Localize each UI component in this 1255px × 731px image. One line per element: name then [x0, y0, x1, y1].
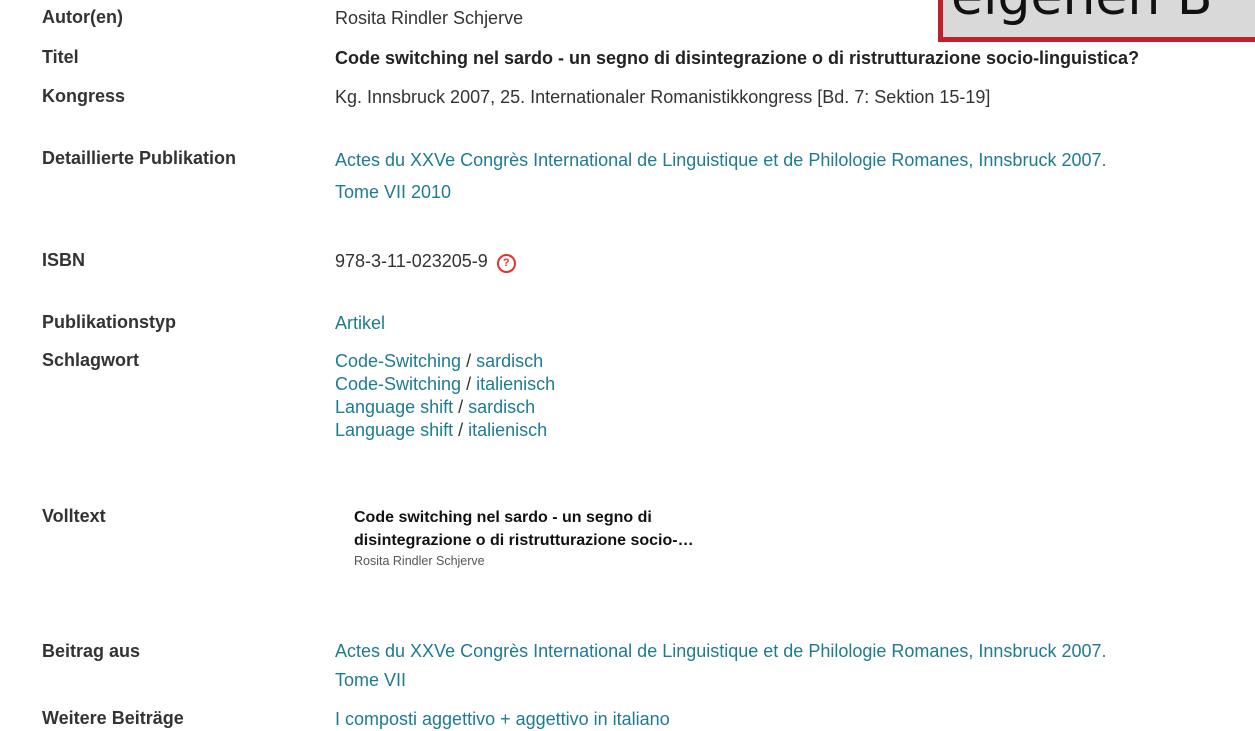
value-titel: Code switching nel sardo - un segno di d…	[335, 48, 1140, 68]
value-isbn: 978-3-11-023205-9 ?	[335, 250, 516, 273]
schlagwort-separator: /	[461, 374, 477, 394]
schlagwort-qualifier-link[interactable]: italienisch	[476, 374, 555, 394]
schlagwort-item: Language shift / sardisch	[335, 396, 555, 419]
value-kongress: Kg. Innsbruck 2007, 25. Internationaler …	[335, 87, 991, 107]
overlay-banner: eigenen B	[938, 0, 1255, 42]
beitrag-aus-link[interactable]: Actes du XXVe Congrès International de L…	[335, 637, 1107, 695]
label-detaillierte-publikation: Detaillierte Publikation	[42, 148, 237, 168]
beitrag-aus-line1[interactable]: Actes du XXVe Congrès International de L…	[335, 637, 1107, 666]
label-weitere-beitraege: Weitere Beiträge	[42, 708, 184, 728]
schlagwort-qualifier-link[interactable]: italienisch	[468, 420, 547, 440]
schlagwort-separator: /	[461, 351, 477, 371]
schlagwort-term-link[interactable]: Code-Switching	[335, 351, 461, 371]
schlagwort-separator: /	[453, 397, 469, 417]
label-publikationstyp: Publikationstyp	[42, 312, 177, 332]
volltext-author: Rosita Rindler Schjerve	[354, 554, 485, 568]
volltext-title-line1[interactable]: Code switching nel sardo - un segno di	[354, 506, 774, 529]
label-isbn: ISBN	[42, 250, 86, 270]
beitrag-aus-line2[interactable]: Tome VII	[335, 666, 1107, 695]
schlagwort-term-link[interactable]: Code-Switching	[335, 374, 461, 394]
schlagwort-separator: /	[453, 420, 469, 440]
label-kongress: Kongress	[42, 86, 126, 106]
label-autor: Autor(en)	[42, 7, 123, 27]
publikationstyp-link[interactable]: Artikel	[335, 312, 385, 335]
schlagwort-term-link[interactable]: Language shift	[335, 397, 453, 417]
volltext-card[interactable]: Code switching nel sardo - un segno di d…	[354, 506, 774, 568]
label-schlagwort: Schlagwort	[42, 350, 140, 370]
isbn-number: 978-3-11-023205-9	[335, 251, 488, 271]
help-icon[interactable]: ?	[496, 254, 516, 273]
schlagwort-item: Code-Switching / sardisch	[335, 350, 555, 373]
schlagwort-item: Code-Switching / italienisch	[335, 373, 555, 396]
detaillierte-publikation-line1[interactable]: Actes du XXVe Congrès International de L…	[335, 144, 1107, 176]
volltext-title-line2[interactable]: disintegrazione o di ristrutturazione so…	[354, 529, 774, 552]
label-titel: Titel	[42, 47, 79, 67]
value-autor: Rosita Rindler Schjerve	[335, 8, 524, 28]
schlagwort-list: Code-Switching / sardisch Code-Switching…	[335, 350, 555, 442]
detaillierte-publikation-line2[interactable]: Tome VII 2010	[335, 176, 1107, 208]
label-volltext: Volltext	[42, 506, 106, 526]
schlagwort-qualifier-link[interactable]: sardisch	[468, 397, 535, 417]
schlagwort-term-link[interactable]: Language shift	[335, 420, 453, 440]
schlagwort-qualifier-link[interactable]: sardisch	[476, 351, 543, 371]
detaillierte-publikation-link[interactable]: Actes du XXVe Congrès International de L…	[335, 144, 1107, 208]
label-beitrag-aus: Beitrag aus	[42, 641, 141, 661]
schlagwort-item: Language shift / italienisch	[335, 419, 555, 442]
overlay-banner-text: eigenen B	[951, 0, 1213, 27]
weitere-beitraege-link[interactable]: I composti aggettivo + aggettivo in ital…	[335, 708, 670, 731]
